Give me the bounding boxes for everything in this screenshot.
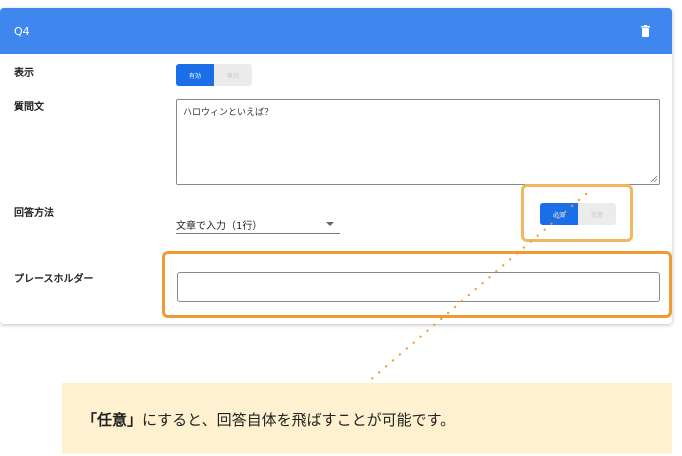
required-off-option[interactable]: 任意	[578, 203, 616, 225]
placeholder-input[interactable]	[177, 272, 660, 302]
question-text-value: ハロウィンといえば？	[183, 108, 274, 118]
display-off-option[interactable]: 無効	[214, 64, 252, 86]
required-toggle[interactable]: 必須 任意	[540, 203, 616, 225]
display-on-option[interactable]: 有効	[176, 64, 214, 86]
question-text-label: 質問文	[14, 102, 44, 113]
callout-emphasis: 「任意」	[82, 411, 143, 429]
chevron-down-icon	[326, 222, 334, 226]
callout-text: 「任意」にすると、回答自体を飛ばすことが可能です。	[82, 409, 455, 430]
callout-body: にすると、回答自体を飛ばすことが可能です。	[142, 411, 456, 429]
required-on-option[interactable]: 必須	[540, 203, 578, 225]
question-card: Q4 表示 有効 無効 質問文 ハロウィンといえば？ 回答方法 文章で入力（1行…	[0, 8, 672, 324]
resize-handle-icon[interactable]	[651, 176, 657, 182]
question-header: Q4	[0, 8, 672, 54]
answer-method-label: 回答方法	[14, 208, 54, 219]
display-toggle[interactable]: 有効 無効	[176, 64, 252, 86]
answer-method-value: 文章で入力（1行）	[176, 221, 263, 232]
question-number: Q4	[14, 25, 30, 38]
question-text-area[interactable]: ハロウィンといえば？	[176, 99, 660, 185]
trash-icon[interactable]	[641, 25, 650, 37]
display-label: 表示	[14, 68, 34, 79]
answer-method-select[interactable]: 文章で入力（1行）	[176, 209, 340, 234]
placeholder-label: プレースホルダー	[14, 274, 94, 285]
callout-note: 「任意」にすると、回答自体を飛ばすことが可能です。	[62, 383, 672, 454]
